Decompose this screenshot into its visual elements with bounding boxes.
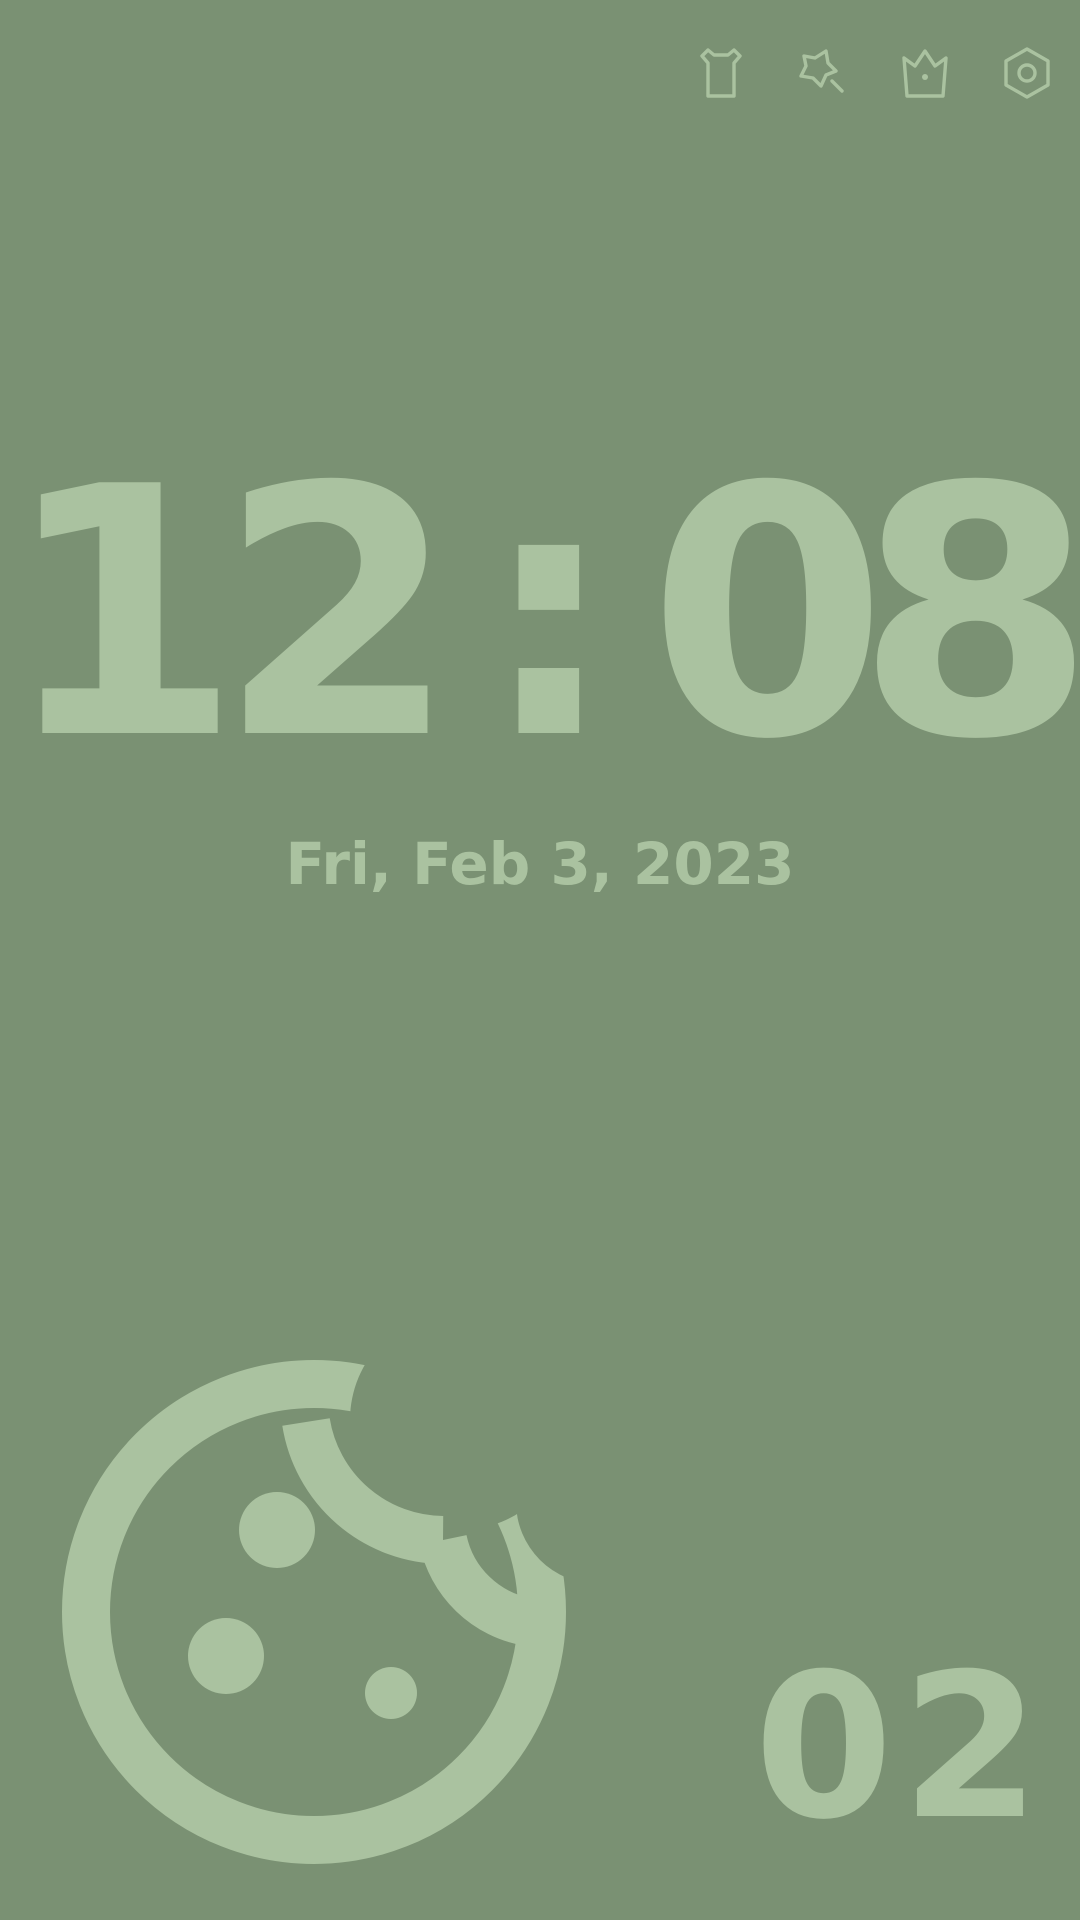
shirt-icon[interactable] — [692, 44, 750, 102]
sparkle-icon[interactable] — [794, 44, 852, 102]
hour-tens-digit: 1 — [2, 415, 242, 815]
clock-screen: 1 2 : 0 8 Fri, Feb 3, 2023 02 — [0, 0, 1080, 1920]
counter-label: 02 — [754, 1631, 1049, 1864]
hour-ones-digit: 2 — [218, 415, 458, 815]
time-display: 1 2 : 0 8 — [0, 415, 1080, 815]
top-toolbar — [692, 44, 1056, 102]
date-label: Fri, Feb 3, 2023 — [285, 830, 795, 898]
crown-icon[interactable] — [896, 44, 954, 102]
settings-icon[interactable] — [998, 44, 1056, 102]
cookie-icon[interactable] — [58, 1360, 578, 1920]
time-separator: : — [480, 415, 618, 815]
minute-tens-digit: 0 — [648, 415, 888, 815]
minute-ones-digit: 8 — [856, 415, 1080, 815]
